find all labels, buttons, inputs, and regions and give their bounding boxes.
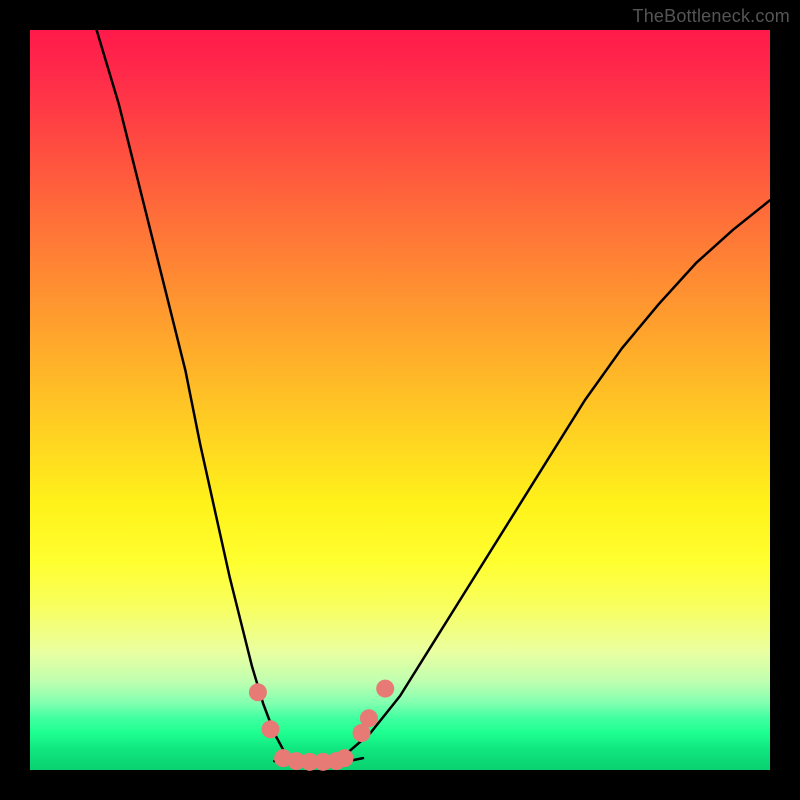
series-left-branch (97, 30, 297, 761)
marker-dot (360, 709, 378, 727)
series-right-branch (326, 200, 770, 761)
marker-dot (336, 749, 354, 767)
curve-svg (30, 30, 770, 770)
marker-dots (249, 680, 394, 771)
marker-dot (249, 683, 267, 701)
watermark-text: TheBottleneck.com (633, 6, 790, 27)
marker-dot (262, 720, 280, 738)
plot-area (30, 30, 770, 770)
curve-lines (97, 30, 770, 763)
marker-dot (376, 680, 394, 698)
